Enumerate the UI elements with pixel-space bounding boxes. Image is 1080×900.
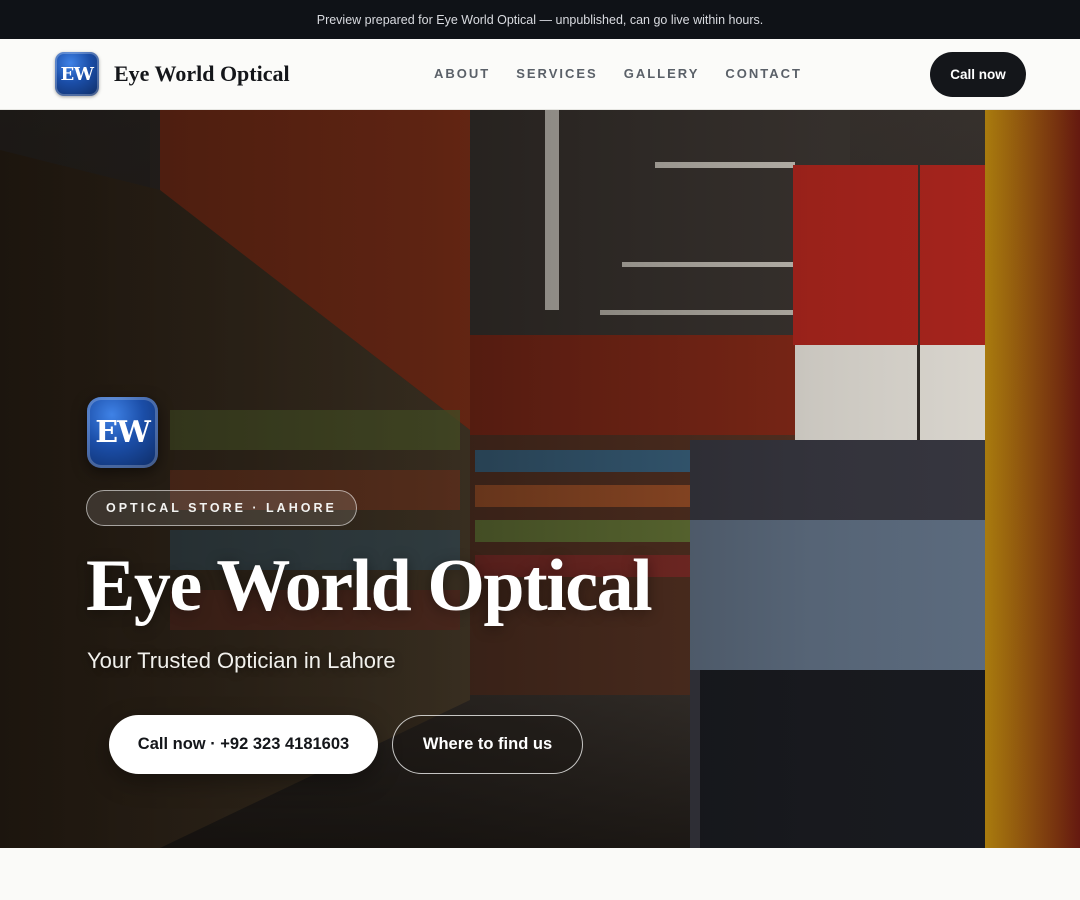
brand-logo-text: EW — [60, 63, 94, 85]
nav-services[interactable]: SERVICES — [516, 66, 598, 81]
nav-gallery[interactable]: GALLERY — [624, 66, 700, 81]
hero-location-button[interactable]: Where to find us — [392, 715, 583, 774]
brand-logo[interactable]: EW — [55, 52, 99, 96]
header-call-button[interactable]: Call now — [930, 52, 1026, 97]
hero-eyebrow-pill: OPTICAL STORE · LAHORE — [86, 490, 357, 526]
next-section — [0, 848, 1080, 900]
preview-banner-text: Preview prepared for Eye World Optical —… — [316, 12, 764, 27]
main-nav: ABOUT SERVICES GALLERY CONTACT — [434, 66, 828, 81]
nav-about[interactable]: ABOUT — [434, 66, 490, 81]
hero-subtitle: Your Trusted Optician in Lahore — [87, 648, 396, 673]
hero-logo-text: EW — [95, 415, 151, 450]
hero-title: Eye World Optical — [86, 545, 653, 627]
site-header: EW Eye World Optical ABOUT SERVICES GALL… — [0, 39, 1080, 110]
preview-banner: Preview prepared for Eye World Optical —… — [0, 0, 1080, 39]
hero-section: EW OPTICAL STORE · LAHORE Eye World Opti… — [0, 110, 1080, 848]
nav-contact[interactable]: CONTACT — [725, 66, 802, 81]
brand-name[interactable]: Eye World Optical — [114, 61, 290, 87]
hero-call-button[interactable]: Call now · +92 323 4181603 — [109, 715, 378, 774]
hero-logo: EW — [87, 397, 158, 468]
